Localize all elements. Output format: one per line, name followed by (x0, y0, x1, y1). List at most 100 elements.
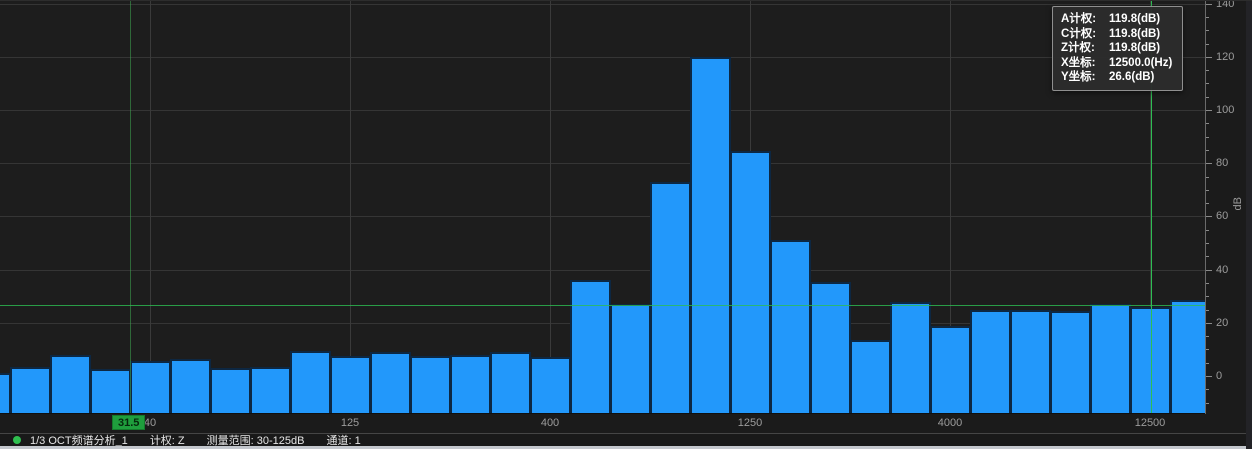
y-minor-tick (1206, 137, 1209, 138)
y-minor-tick (1206, 123, 1209, 124)
chart-plot-area[interactable] (0, 1, 1205, 414)
channel-active-indicator (13, 436, 21, 444)
y-minor-tick (1206, 389, 1209, 390)
y-tick-label: 120 (1216, 51, 1234, 63)
h-gridline (0, 110, 1205, 111)
h-gridline (0, 163, 1205, 164)
spectrum-bar-630hz[interactable] (610, 304, 651, 414)
spectrum-bar-200hz[interactable] (410, 356, 451, 414)
spectrum-bar-1250hz[interactable] (730, 151, 771, 414)
y-major-tick (1206, 216, 1212, 217)
x-tick-label-12500: 12500 (1135, 417, 1166, 429)
y-minor-tick (1206, 203, 1209, 204)
y-major-tick (1206, 270, 1212, 271)
spectrum-bar-500hz[interactable] (570, 280, 611, 414)
y-minor-tick (1206, 283, 1209, 284)
y-major-tick (1206, 163, 1212, 164)
spectrum-bar-50hz[interactable] (170, 359, 211, 414)
y-minor-tick (1206, 310, 1209, 311)
spectrum-bar-3150hz[interactable] (890, 302, 931, 414)
spectrum-bar-31.5hz[interactable] (90, 369, 131, 414)
readout-row-y-coord: Y坐标: 26.6(dB) (1061, 70, 1174, 85)
y-major-tick (1206, 4, 1212, 5)
v-gridline (350, 1, 351, 413)
z-weight-label: Z计权: (1061, 41, 1109, 56)
y-tick-label: 60 (1216, 210, 1228, 222)
status-bar: 1/3 OCT频谱分析_1 计权: Z 测量范围: 30-125dB 通道: 1 (0, 433, 1246, 446)
measurement-readout-tooltip: A计权: 119.8(dB) C计权: 119.8(dB) Z计权: 119.8… (1052, 6, 1183, 91)
spectrum-bar-2500hz[interactable] (850, 340, 891, 414)
frequency-cursor-31.5[interactable] (130, 1, 131, 414)
spectrum-bar-400hz[interactable] (530, 357, 571, 414)
spectrum-bar-100hz[interactable] (290, 351, 331, 414)
spectrum-analyzer-window: 020406080100120140 dB 31.5 4012540012504… (0, 0, 1252, 449)
spectrum-bar-160hz[interactable] (370, 352, 411, 414)
spectrum-bar-6300hz[interactable] (1010, 310, 1051, 414)
y-tick-label: 80 (1216, 157, 1228, 169)
y-minor-tick (1206, 230, 1209, 231)
spectrum-bar-40hz[interactable] (130, 361, 171, 414)
y-minor-tick (1206, 30, 1209, 31)
x-tick-label-125: 125 (341, 417, 359, 429)
spectrum-bar-8000hz[interactable] (1050, 311, 1091, 414)
a-weight-value: 119.8(dB) (1109, 12, 1174, 27)
y-coord-value: 26.6(dB) (1109, 70, 1174, 85)
y-tick-label: 0 (1216, 370, 1222, 382)
c-weight-label: C计权: (1061, 27, 1109, 42)
readout-row-z-weight: Z计权: 119.8(dB) (1061, 41, 1174, 56)
y-minor-tick (1206, 177, 1209, 178)
y-major-tick (1206, 57, 1212, 58)
x-tick-label-400: 400 (541, 417, 559, 429)
v-gridline (550, 1, 551, 413)
y-minor-tick (1206, 70, 1209, 71)
y-major-tick (1206, 323, 1212, 324)
db-axis-unit-label: dB (1232, 197, 1244, 210)
spectrum-bar-63hz[interactable] (210, 368, 251, 414)
spectrum-bar-4000hz[interactable] (930, 326, 971, 414)
frequency-axis: 31.5 401254001250400012500 (0, 414, 1205, 433)
spectrum-bar-125hz[interactable] (330, 356, 371, 414)
y-minor-tick (1206, 150, 1209, 151)
y-minor-tick (1206, 44, 1209, 45)
cursor-frequency-badge[interactable]: 31.5 (112, 415, 145, 430)
level-cursor-line[interactable] (0, 305, 1205, 306)
y-major-tick (1206, 110, 1212, 111)
y-tick-label: 40 (1216, 264, 1228, 276)
spectrum-bar-5000hz[interactable] (970, 310, 1011, 414)
readout-row-a-weight: A计权: 119.8(dB) (1061, 12, 1174, 27)
readout-row-c-weight: C计权: 119.8(dB) (1061, 27, 1174, 42)
y-tick-label: 100 (1216, 104, 1234, 116)
y-minor-tick (1206, 97, 1209, 98)
y-minor-tick (1206, 190, 1209, 191)
x-tick-label-1250: 1250 (738, 417, 762, 429)
y-minor-tick (1206, 83, 1209, 84)
y-minor-tick (1206, 363, 1209, 364)
a-weight-label: A计权: (1061, 12, 1109, 27)
h-gridline (0, 270, 1205, 271)
spectrum-bar-315hz[interactable] (490, 352, 531, 414)
spectrum-bar-250hz[interactable] (450, 355, 491, 414)
spectrum-bar-20hz[interactable] (10, 367, 51, 414)
x-coord-value: 12500.0(Hz) (1109, 56, 1174, 71)
spectrum-bar-16000hz[interactable] (1170, 300, 1205, 414)
y-minor-tick (1206, 296, 1209, 297)
spectrum-bar-800hz[interactable] (650, 182, 691, 414)
spectrum-bar-1000hz[interactable] (690, 57, 731, 414)
y-minor-tick (1206, 17, 1209, 18)
window-right-edge (1246, 1, 1252, 449)
readout-row-x-coord: X坐标: 12500.0(Hz) (1061, 56, 1174, 71)
spectrum-bar-2000hz[interactable] (810, 282, 851, 414)
x-tick-label-4000: 4000 (938, 417, 962, 429)
spectrum-bar-80hz[interactable] (250, 367, 291, 414)
y-tick-label: 140 (1216, 0, 1234, 10)
spectrum-bar-10000hz[interactable] (1090, 304, 1131, 414)
y-coord-label: Y坐标: (1061, 70, 1109, 85)
x-coord-label: X坐标: (1061, 56, 1109, 71)
spectrum-bar-25hz[interactable] (50, 355, 91, 414)
h-gridline (0, 4, 1205, 5)
h-gridline (0, 216, 1205, 217)
h-gridline (0, 57, 1205, 58)
y-minor-tick (1206, 403, 1209, 404)
spectrum-bar-1600hz[interactable] (770, 240, 811, 414)
z-weight-value: 119.8(dB) (1109, 41, 1174, 56)
